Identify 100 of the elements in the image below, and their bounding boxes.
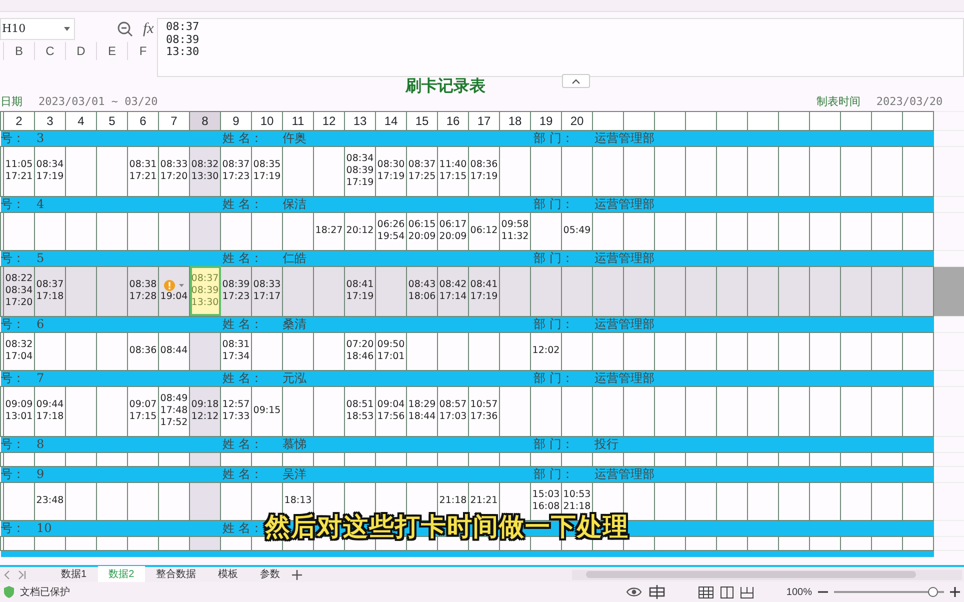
eye-icon[interactable]	[626, 586, 642, 598]
table-cell[interactable]: 08:42 17:14	[438, 266, 468, 316]
dept-label: 部 门：	[534, 371, 574, 384]
table-cell[interactable]: 08:32 17:04	[4, 332, 34, 370]
department: 运营管理部	[594, 371, 654, 384]
zoom-in-icon[interactable]	[950, 587, 960, 597]
table-cell[interactable]: 10:57 17:36	[468, 386, 500, 436]
table-cell[interactable]: 20:12	[344, 212, 376, 250]
dept-label: 部 门：	[534, 467, 574, 480]
sheet-tab[interactable]: 数据1	[50, 566, 98, 583]
collapse-button[interactable]	[562, 74, 590, 88]
table-cell[interactable]: 08:41 17:19	[468, 266, 500, 316]
id-label: 号：	[0, 521, 24, 534]
employee-name: 吴洋	[282, 467, 306, 480]
table-cell[interactable]: 08:22 08:34 17:20	[4, 266, 34, 316]
made-date: 2023/03/20	[876, 94, 943, 110]
table-cell[interactable]: 09:44 17:18	[34, 386, 66, 436]
sheet-tab[interactable]: 整合数据	[145, 566, 208, 583]
table-cell[interactable]: 08:37 17:23	[220, 146, 252, 196]
horizontal-scrollbar[interactable]	[572, 570, 962, 580]
page-break-icon[interactable]	[740, 586, 754, 598]
table-cell[interactable]: 08:34 17:19	[34, 146, 66, 196]
table-cell[interactable]: 08:30 17:19	[376, 146, 406, 196]
table-cell[interactable]: 08:38 17:28	[128, 266, 158, 316]
table-cell[interactable]: 09:50 17:01	[376, 332, 406, 370]
zoom-level[interactable]: 100%	[786, 584, 812, 600]
department: 运营管理部	[594, 467, 654, 480]
day-header: 3	[34, 111, 66, 130]
table-cell[interactable]: 23:48	[34, 482, 66, 520]
table-cell[interactable]: 08:41 17:19	[344, 266, 376, 316]
employee-id: 6	[36, 317, 44, 330]
table-cell[interactable]: 08:34 08:39 17:19	[344, 146, 376, 196]
day-header: 17	[468, 111, 500, 130]
department: 运营管理部	[594, 197, 654, 210]
add-sheet-icon[interactable]	[291, 568, 304, 580]
table-cell[interactable]: 08:33 17:17	[252, 266, 282, 316]
layout-icon[interactable]	[648, 585, 666, 599]
table-cell[interactable]: 06:26 19:54	[376, 212, 406, 250]
table-cell[interactable]: 08:36	[128, 332, 158, 370]
shield-icon	[4, 586, 14, 598]
employee-id: 9	[36, 467, 44, 480]
table-row[interactable]: 08:32 17:04 08:36 08:44 08:31 17:34 07:20 18:46 09:50 17:01 12:02	[0, 332, 964, 370]
table-cell[interactable]: 08:51 18:53	[344, 386, 376, 436]
table-cell[interactable]: 11:40 17:15	[438, 146, 468, 196]
table-cell[interactable]: 08:43 18:06	[406, 266, 438, 316]
table-cell[interactable]: 08:36 17:19	[468, 146, 500, 196]
id-label: 号：	[0, 371, 24, 384]
column-header: B	[4, 42, 34, 60]
id-label: 号：	[0, 437, 24, 450]
table-cell[interactable]: 09:18 12:12	[190, 386, 220, 436]
day-header: 20	[562, 111, 592, 130]
table-cell[interactable]: 08:37 17:18	[34, 266, 66, 316]
table-cell[interactable]: 18:27	[314, 212, 344, 250]
sheet-tab[interactable]: 参数	[249, 566, 292, 583]
table-cell[interactable]: 09:04 17:56	[376, 386, 406, 436]
table-cell[interactable]: 18:29 18:44	[406, 386, 438, 436]
table-cell[interactable]: 11:05 17:21	[4, 146, 34, 196]
table-cell[interactable]: 08:57 17:03	[438, 386, 468, 436]
page-view-icon[interactable]	[720, 586, 734, 598]
day-header: 8	[190, 111, 220, 130]
table-cell[interactable]: 06:17 20:09	[438, 212, 468, 250]
protection-status: 文档已保护	[20, 586, 70, 600]
grid-view-icon[interactable]	[698, 586, 714, 598]
id-label: 号：	[0, 467, 24, 480]
formula-field[interactable]: 08:37 08:39 13:30	[157, 18, 964, 77]
table-cell[interactable]: 09:58 11:32	[500, 212, 530, 250]
table-cell[interactable]: 08:32 13:30	[190, 146, 220, 196]
slider-thumb[interactable]	[928, 587, 938, 597]
table-cell[interactable]: 07:20 18:46	[344, 332, 376, 370]
dropdown-icon[interactable]	[64, 27, 70, 31]
department: 运营管理部	[594, 251, 654, 264]
employee-name: 仁皓	[282, 251, 306, 264]
table-cell[interactable]: 08:31 17:21	[128, 146, 158, 196]
day-header: 7	[158, 111, 190, 130]
table-cell[interactable]: 08:37 17:25	[406, 146, 438, 196]
zoom-icon[interactable]	[117, 21, 133, 37]
table-cell[interactable]: 09:15	[252, 386, 282, 436]
employee-id: 8	[36, 437, 44, 450]
table-cell[interactable]: 08:31 17:34	[220, 332, 252, 370]
column-header: C	[34, 42, 66, 60]
table-cell[interactable]: 08:33 17:20	[158, 146, 190, 196]
name-box[interactable]: H10	[0, 18, 75, 40]
function-button[interactable]: fx	[143, 18, 154, 40]
caret-icon[interactable]	[179, 284, 184, 286]
id-label: 号：	[0, 317, 24, 330]
table-cell[interactable]: 08:35 17:19	[252, 146, 282, 196]
dept-label: 部 门：	[534, 131, 574, 144]
dept-label: 部 门：	[534, 317, 574, 330]
table-cell[interactable]: 12:02	[530, 332, 562, 370]
table-cell[interactable]: 09:07 17:15	[128, 386, 158, 436]
sheet-tab[interactable]: 数据2	[98, 566, 146, 583]
table-cell[interactable]: 12:57 17:33	[220, 386, 252, 436]
table-cell[interactable]: 05:49	[562, 212, 592, 250]
table-cell[interactable]: 06:15 20:09	[406, 212, 438, 250]
table-cell[interactable]: 08:39 17:23	[220, 266, 252, 316]
table-cell[interactable]: 06:12	[468, 212, 500, 250]
sheet-tab[interactable]: 模板	[207, 566, 250, 583]
table-cell[interactable]: 09:09 13:01	[4, 386, 34, 436]
table-cell[interactable]: 08:49 17:48 17:52	[158, 386, 190, 436]
table-cell[interactable]: 08:44	[158, 332, 190, 370]
